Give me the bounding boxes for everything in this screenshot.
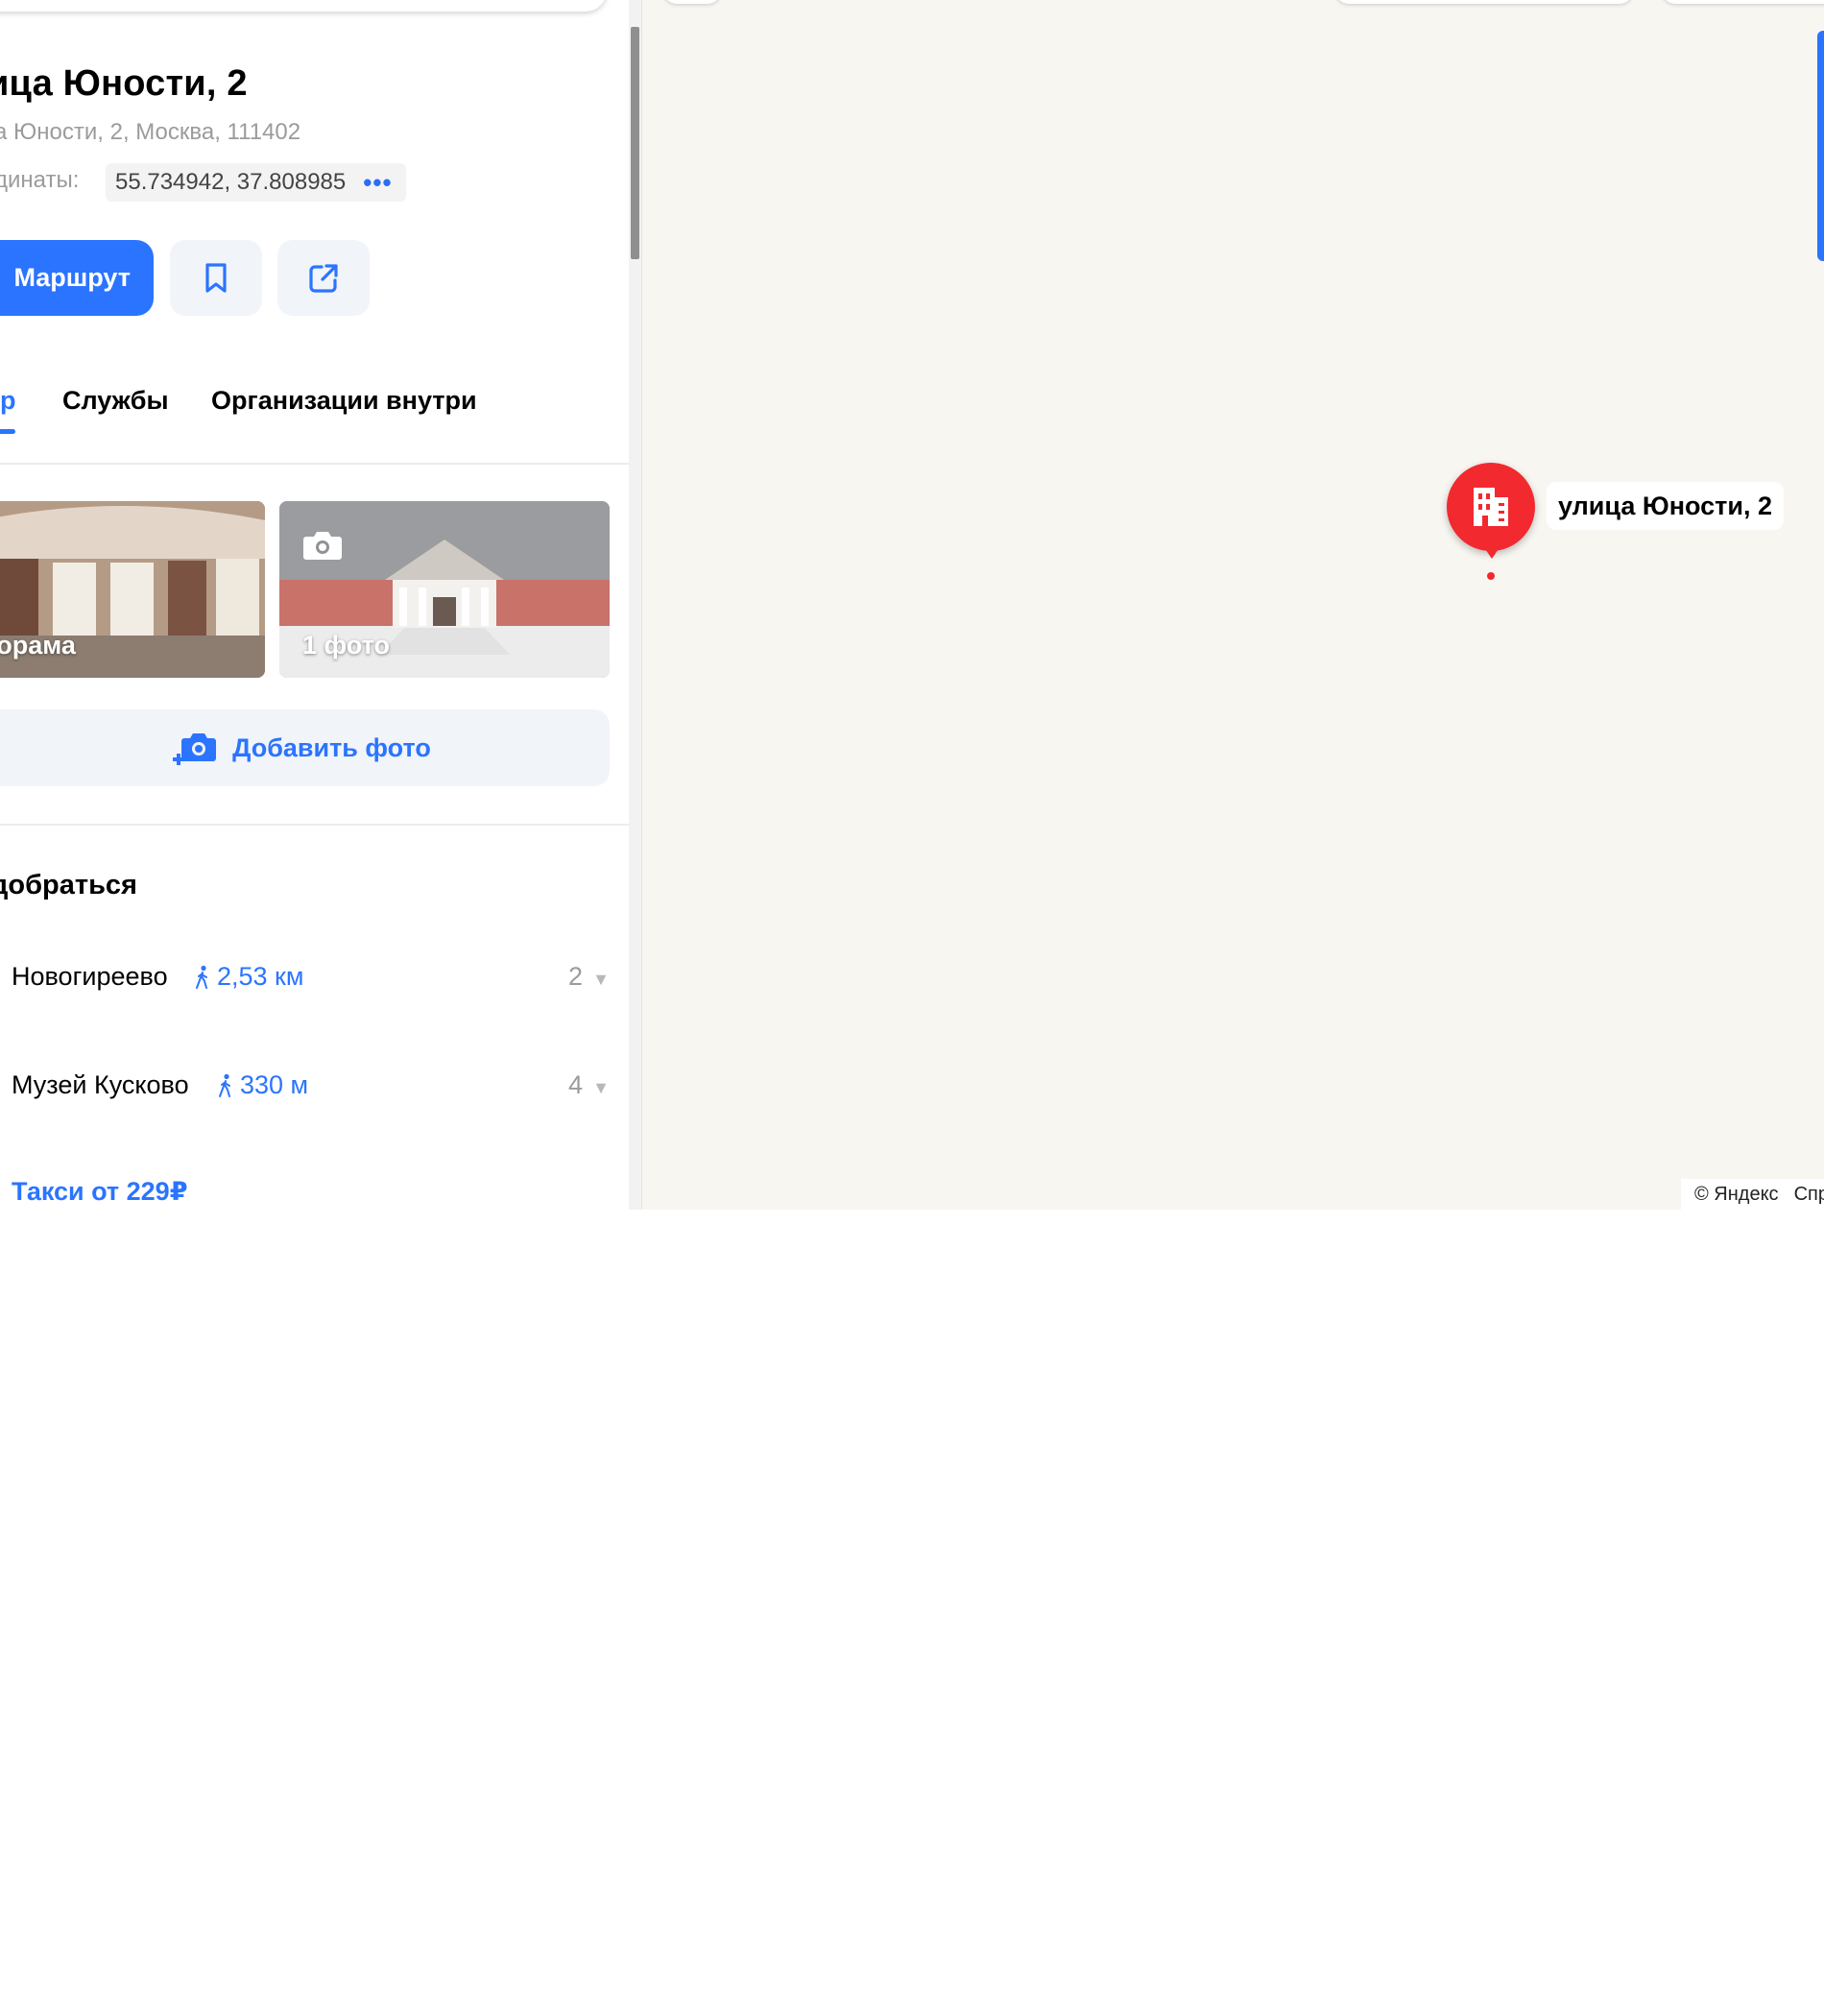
marker-tail xyxy=(1481,543,1502,559)
camera-icon xyxy=(303,532,342,560)
photo-thumbnail[interactable]: 1 фото xyxy=(279,501,610,678)
chevron-down-icon[interactable]: ▼ xyxy=(592,970,610,990)
taxi-link[interactable]: Такси от 229₽ xyxy=(12,1177,188,1207)
panorama-thumbnail[interactable]: норама xyxy=(0,501,265,678)
walking-icon xyxy=(196,965,207,989)
station-distance-value: 2,53 км xyxy=(217,962,304,991)
section-divider xyxy=(0,824,629,826)
coordinates-more-button[interactable]: ••• xyxy=(363,170,392,195)
bookmark-icon xyxy=(205,262,227,293)
marker-point xyxy=(1487,572,1495,580)
chevron-down-icon[interactable]: ▼ xyxy=(592,1078,610,1098)
marker-label[interactable]: улица Юности, 2 xyxy=(1547,482,1785,530)
station-distance: 330 м xyxy=(217,1070,308,1100)
place-address: а Юности, 2, Москва, 111402 xyxy=(0,119,301,145)
coordinates-chip[interactable]: 55.734942, 37.808985 ••• xyxy=(106,163,406,202)
station-route-count: 4 xyxy=(567,1070,583,1099)
add-camera-icon xyxy=(173,733,217,765)
scrollbar-thumb[interactable] xyxy=(631,27,639,259)
transit-row[interactable]: Новогиреево 2,53 км 2 ▼ xyxy=(0,950,629,1008)
place-card-panel: ица Юности, 2 а Юности, 2, Москва, 11140… xyxy=(0,0,641,1210)
station-name: Музей Кусково xyxy=(12,1070,189,1099)
active-tab-indicator xyxy=(0,429,15,434)
share-button[interactable] xyxy=(277,240,370,316)
station-route-count: 2 xyxy=(567,962,583,991)
map-attribution: © Яндекс Спр xyxy=(1681,1179,1824,1210)
place-title: ица Юности, 2 xyxy=(0,63,248,104)
map-control[interactable] xyxy=(1335,0,1633,4)
route-button[interactable]: Маршрут xyxy=(0,240,154,316)
tab-overview[interactable]: р xyxy=(0,386,16,416)
add-photo-button[interactable]: Добавить фото xyxy=(0,709,610,786)
map-control[interactable] xyxy=(1662,0,1824,4)
map-control[interactable] xyxy=(663,0,721,4)
panorama-label: норама xyxy=(0,631,76,660)
panel-scrollbar[interactable] xyxy=(629,0,641,1210)
share-icon xyxy=(309,263,338,293)
bookmark-button[interactable] xyxy=(170,240,262,316)
station-distance: 2,53 км xyxy=(194,962,303,992)
transit-row[interactable]: Музей Кусково 330 м 4 ▼ xyxy=(0,1059,629,1116)
app-viewport: ица Юности, 2 а Юности, 2, Москва, 11140… xyxy=(0,0,1824,1210)
map-canvas[interactable]: улица Юности, 2 © Яндекс Спр xyxy=(641,0,1824,1210)
add-photo-label: Добавить фото xyxy=(232,732,431,762)
photo-count-label: 1 фото xyxy=(302,631,390,660)
walking-icon xyxy=(219,1073,230,1097)
place-marker[interactable] xyxy=(1447,463,1535,551)
directions-title: добраться xyxy=(0,870,137,900)
help-link[interactable]: Спр xyxy=(1794,1184,1824,1206)
map-side-control[interactable] xyxy=(1817,31,1824,261)
copyright-link[interactable]: © Яндекс xyxy=(1694,1184,1779,1206)
tab-services[interactable]: Службы xyxy=(62,386,169,416)
coordinates-value[interactable]: 55.734942, 37.808985 xyxy=(115,169,346,196)
search-bar[interactable] xyxy=(0,0,607,12)
tab-organizations-inside[interactable]: Организации внутри xyxy=(211,386,477,416)
station-name: Новогиреево xyxy=(12,962,168,991)
coordinates-label: динаты: xyxy=(0,167,80,193)
place-tabs: р Службы Организации внутри xyxy=(0,379,629,465)
station-distance-value: 330 м xyxy=(240,1070,309,1099)
route-button-label: Маршрут xyxy=(13,263,131,292)
building-icon xyxy=(1474,488,1508,526)
